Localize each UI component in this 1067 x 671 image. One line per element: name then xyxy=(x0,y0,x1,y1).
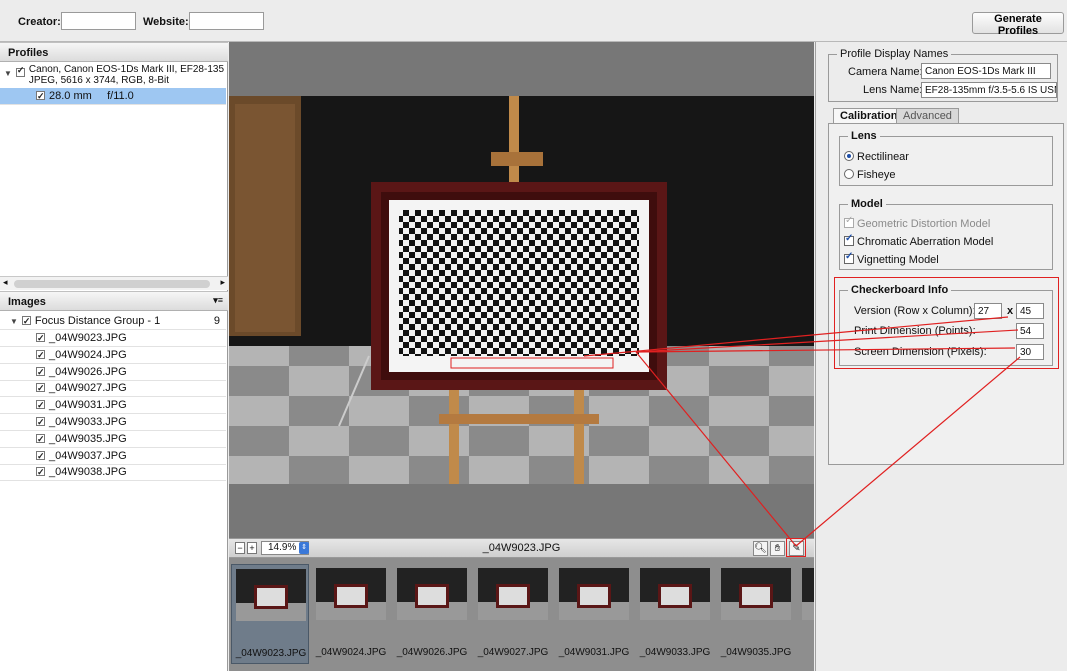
annotation-lines xyxy=(583,316,1021,547)
annotation-line xyxy=(635,351,797,547)
annotation-line xyxy=(795,356,1021,547)
